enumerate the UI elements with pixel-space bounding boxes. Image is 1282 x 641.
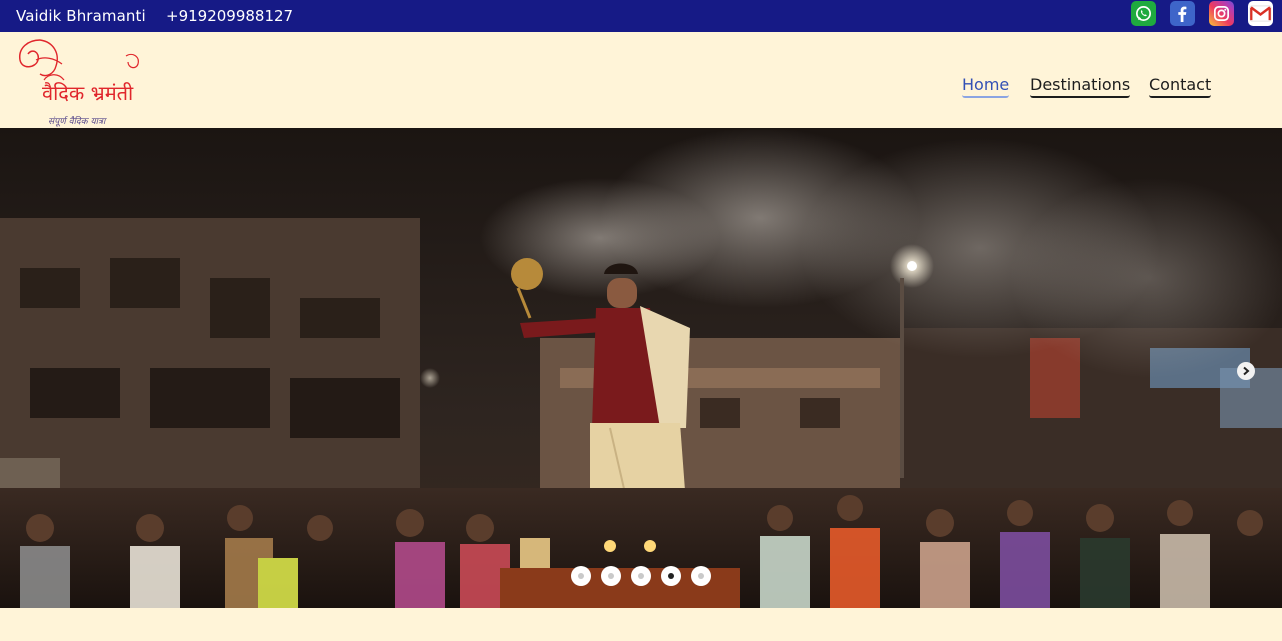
phone-number[interactable]: +919209988127 <box>166 7 293 25</box>
logo-title: वैदिक भ्रमंती <box>42 81 134 105</box>
nav-contact[interactable]: Contact <box>1149 75 1212 98</box>
page-body <box>0 608 1282 641</box>
nav-destinations[interactable]: Destinations <box>1030 75 1131 98</box>
chevron-right-icon <box>1243 366 1250 376</box>
carousel-next-button[interactable] <box>1237 362 1255 380</box>
nav-home[interactable]: Home <box>962 75 1010 98</box>
instagram-icon[interactable] <box>1209 1 1234 26</box>
whatsapp-icon[interactable] <box>1131 1 1156 26</box>
site-logo[interactable]: वैदिक भ्रमंती संपूर्ण वैदिक यात्रा <box>14 34 150 128</box>
logo-tagline: संपूर्ण वैदिक यात्रा <box>48 115 107 127</box>
site-header: वैदिक भ्रमंती संपूर्ण वैदिक यात्रा Home … <box>0 32 1282 128</box>
carousel-dot-4[interactable] <box>661 566 681 586</box>
gmail-icon[interactable] <box>1248 1 1273 26</box>
brand-name: Vaidik Bhramanti <box>16 7 146 25</box>
carousel-dot-1[interactable] <box>571 566 591 586</box>
carousel-dot-5[interactable] <box>691 566 711 586</box>
ganga-aarti-photo <box>0 128 1282 608</box>
carousel-dot-2[interactable] <box>601 566 621 586</box>
top-bar: Vaidik Bhramanti +919209988127 <box>0 0 1282 32</box>
facebook-icon[interactable] <box>1170 1 1195 26</box>
carousel-dot-3[interactable] <box>631 566 651 586</box>
hero-carousel <box>0 128 1282 608</box>
